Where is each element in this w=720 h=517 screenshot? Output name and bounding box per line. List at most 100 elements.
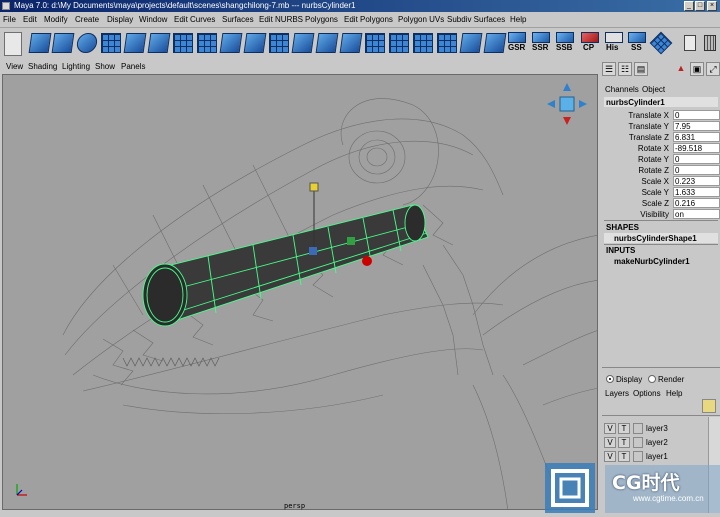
menu-modify[interactable]: Modify [44,15,68,24]
display-mode-radio[interactable] [606,375,614,383]
shelf-tool-cp[interactable]: CP [583,43,594,52]
channel-value[interactable]: 0 [673,165,720,175]
channel-value[interactable]: 0 [673,110,720,120]
title-bar: Maya 7.0: d:\My Documents\maya\projects\… [0,0,720,12]
menu-window[interactable]: Window [139,15,167,24]
tab-channels[interactable]: Channels [605,85,639,94]
shelf-tool-his[interactable]: His [606,43,618,52]
shelf-tool-icon[interactable] [243,33,267,53]
shelf-menu-icon[interactable] [684,35,696,51]
shelf-tool-icon[interactable] [413,33,433,53]
channel-value[interactable]: 0.223 [673,176,720,186]
shelf-tool-icon[interactable] [483,33,507,53]
layer-menu-layers[interactable]: Layers [605,389,629,398]
maya-app-icon [2,2,10,10]
viewport-menu-show[interactable]: Show [95,62,115,71]
menu-edit-nurbs[interactable]: Edit NURBS [259,15,303,24]
layout-toggle-icon[interactable]: ▣ [690,62,704,76]
channel-box-toggle-icon[interactable]: ☰ [602,62,616,76]
shelf-tool-ss[interactable]: SS [631,43,642,52]
channel-value[interactable]: 0 [673,154,720,164]
attribute-editor-toggle-icon[interactable]: ☷ [618,62,632,76]
shelf-tool-icon[interactable] [123,33,147,53]
channel-value[interactable]: -89.518 [673,143,720,153]
channel-value[interactable]: on [673,209,720,219]
shelf-tab-button[interactable] [4,32,22,56]
close-button[interactable]: × [707,1,717,11]
channel-value[interactable]: 7.95 [673,121,720,131]
axis-toggle-icon[interactable]: ▲ [674,62,688,76]
shelf-tool-icon[interactable] [28,33,52,53]
shelf-tool-icon[interactable] [269,33,289,53]
shelf-tool-icon[interactable] [101,33,121,53]
render-mode-radio[interactable] [648,375,656,383]
dragon-wireframe [62,98,597,509]
perspective-viewport[interactable] [2,74,598,510]
layer-menu-help[interactable]: Help [666,389,682,398]
float-toggle-icon[interactable]: ⤢ [706,62,720,76]
menu-file[interactable]: File [3,15,16,24]
viewport-menu-panels[interactable]: Panels [121,62,145,71]
menu-polygon-uvs[interactable]: Polygon UVs [398,15,444,24]
channel-label: Translate Z [628,133,669,142]
tab-object[interactable]: Object [642,85,665,94]
layer-template-toggle[interactable]: T [618,437,630,448]
ssr-icon [532,32,550,43]
display-mode-label: Display [616,375,643,384]
menu-surfaces[interactable]: Surfaces [222,15,254,24]
tool-settings-toggle-icon[interactable]: ▤ [634,62,648,76]
shelf-tool-icon[interactable] [75,33,99,53]
viewport-menu-lighting[interactable]: Lighting [62,62,90,71]
shelf-tool-ssr[interactable]: SSR [532,43,548,52]
layer-name: layer3 [646,424,668,433]
new-layer-icon[interactable] [702,399,716,413]
shelf-tool-icon[interactable] [315,33,339,53]
menu-subdiv-surfaces[interactable]: Subdiv Surfaces [447,15,505,24]
shelf-tool-icon[interactable] [51,33,75,53]
minimize-button[interactable]: _ [684,1,694,11]
shelf-tool-icon[interactable] [339,33,363,53]
menu-edit[interactable]: Edit [23,15,37,24]
maximize-button[interactable]: □ [695,1,705,11]
layer-row[interactable]: V T layer3 [604,423,708,436]
menu-edit-curves[interactable]: Edit Curves [174,15,215,24]
layer-color-swatch[interactable] [633,423,643,434]
viewport-menu-shading[interactable]: Shading [28,62,57,71]
shelf-tool-gsr[interactable]: GSR [508,43,525,52]
layer-visibility-toggle[interactable]: V [604,437,616,448]
shelf-tool-icon[interactable] [197,33,217,53]
shelf-tool-icon[interactable] [147,33,171,53]
shelf-tool-icon[interactable] [291,33,315,53]
shelf-tool-icon[interactable] [437,33,457,53]
channel-value[interactable]: 0.216 [673,198,720,208]
layer-color-swatch[interactable] [633,437,643,448]
menu-create[interactable]: Create [75,15,99,24]
viewport-menu-view[interactable]: View [6,62,23,71]
layer-template-toggle[interactable]: T [618,423,630,434]
shapes-header: SHAPES [606,223,639,232]
trash-icon[interactable] [704,35,716,51]
shape-node-name[interactable]: nurbsCylinderShape1 [614,234,697,243]
layer-name: layer2 [646,438,668,447]
channel-value[interactable]: 6.831 [673,132,720,142]
shelf-tool-ssb[interactable]: SSB [556,43,572,52]
layer-visibility-toggle[interactable]: V [604,423,616,434]
menu-polygons[interactable]: Polygons [305,15,338,24]
shelf-tool-icon[interactable] [459,33,483,53]
layer-row[interactable]: V T layer2 [604,437,708,450]
cp-icon [581,32,599,43]
input-node-name[interactable]: makeNurbCylinder1 [614,257,690,266]
shelf-tool-icon[interactable] [649,31,673,55]
channel-value[interactable]: 1.633 [673,187,720,197]
menu-help[interactable]: Help [510,15,526,24]
channel-label: Translate Y [628,122,669,131]
shelf-tool-icon[interactable] [365,33,385,53]
channel-label: Rotate Z [638,166,669,175]
shelf-tool-icon[interactable] [389,33,409,53]
layer-menu-options[interactable]: Options [633,389,661,398]
menu-display[interactable]: Display [107,15,133,24]
shelf-tool-icon[interactable] [219,33,243,53]
channel-label: Scale Z [641,199,669,208]
shelf-tool-icon[interactable] [173,33,193,53]
menu-edit-polygons[interactable]: Edit Polygons [344,15,393,24]
